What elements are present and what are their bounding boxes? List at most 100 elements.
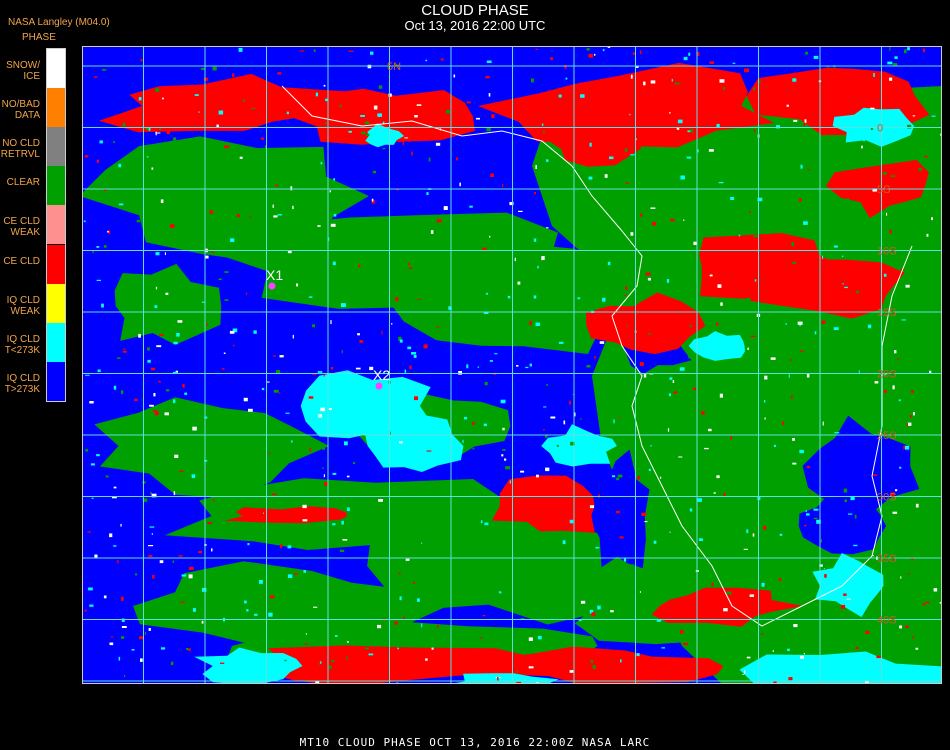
speckle [813, 508, 819, 511]
speckle [545, 467, 550, 472]
speckle [84, 609, 87, 612]
speckle [411, 151, 413, 156]
speckle [413, 581, 416, 584]
speckle [328, 408, 332, 410]
speckle [546, 638, 548, 641]
speckle [661, 647, 665, 649]
speckle [803, 122, 806, 127]
speckle [211, 548, 213, 552]
speckle [529, 321, 532, 326]
speckle [244, 600, 247, 604]
speckle [242, 91, 246, 94]
speckle [417, 598, 420, 602]
speckle [926, 233, 929, 237]
speckle [284, 659, 287, 662]
speckle [94, 76, 98, 78]
speckle [616, 510, 620, 514]
speckle [329, 190, 331, 193]
speckle [865, 630, 870, 634]
speckle [109, 642, 114, 646]
legend-swatch [47, 244, 65, 284]
speckle [899, 466, 902, 469]
speckle [543, 485, 548, 487]
speckle [823, 279, 825, 283]
speckle [630, 154, 635, 156]
speckle [436, 625, 439, 628]
speckle [550, 416, 556, 419]
speckle [805, 51, 808, 55]
speckle [117, 559, 119, 564]
speckle [273, 215, 278, 218]
speckle [113, 141, 115, 144]
speckle [679, 367, 685, 371]
legend-label-line1: SNOW/ [6, 60, 40, 71]
speckle [355, 367, 361, 370]
speckle [290, 186, 293, 191]
speckle [639, 591, 641, 593]
speckle [565, 77, 568, 80]
speckle [509, 480, 511, 484]
speckle [877, 178, 880, 182]
speckle [797, 321, 803, 325]
speckle [328, 665, 332, 669]
legend-swatch [47, 127, 65, 167]
speckle [103, 595, 107, 599]
speckle [569, 519, 574, 524]
speckle [645, 272, 651, 276]
speckle [886, 212, 888, 216]
speckle [903, 49, 907, 54]
speckle [868, 324, 872, 329]
speckle [399, 437, 403, 439]
speckle [889, 229, 892, 234]
speckle [377, 624, 382, 629]
speckle [318, 414, 323, 418]
speckle [529, 363, 532, 367]
speckle [752, 533, 755, 537]
speckle [820, 147, 825, 152]
speckle [263, 512, 264, 514]
speckle [296, 283, 299, 287]
speckle [883, 389, 887, 393]
speckle [581, 436, 587, 440]
speckle [535, 512, 538, 516]
speckle [887, 61, 893, 65]
speckle [833, 245, 838, 248]
speckle [686, 494, 689, 498]
speckle [357, 333, 360, 336]
speckle [904, 654, 908, 657]
speckle [399, 441, 403, 444]
speckle [400, 533, 404, 538]
speckle [286, 111, 289, 115]
speckle [922, 603, 926, 606]
speckle [359, 340, 363, 343]
speckle [339, 549, 345, 552]
speckle [479, 637, 482, 639]
speckle [498, 591, 502, 594]
speckle [313, 49, 316, 52]
speckle [677, 119, 683, 124]
speckle [154, 411, 159, 416]
speckle [821, 320, 826, 324]
speckle [743, 548, 748, 550]
speckle [378, 499, 383, 502]
speckle [704, 447, 709, 450]
speckle [358, 264, 361, 267]
latitude-label: 15S [877, 307, 897, 319]
speckle [99, 140, 103, 144]
speckle [678, 456, 683, 458]
speckle [84, 155, 89, 158]
speckle [923, 341, 926, 344]
speckle [556, 444, 559, 447]
speckle [151, 167, 154, 170]
speckle [410, 288, 415, 291]
speckle [885, 237, 890, 240]
speckle [155, 88, 160, 92]
speckle [378, 85, 383, 89]
speckle [123, 348, 126, 350]
speckle [202, 587, 207, 592]
speckle [807, 465, 810, 469]
speckle [772, 650, 774, 652]
speckle [619, 214, 624, 218]
speckle [276, 370, 281, 373]
speckle [805, 340, 809, 343]
